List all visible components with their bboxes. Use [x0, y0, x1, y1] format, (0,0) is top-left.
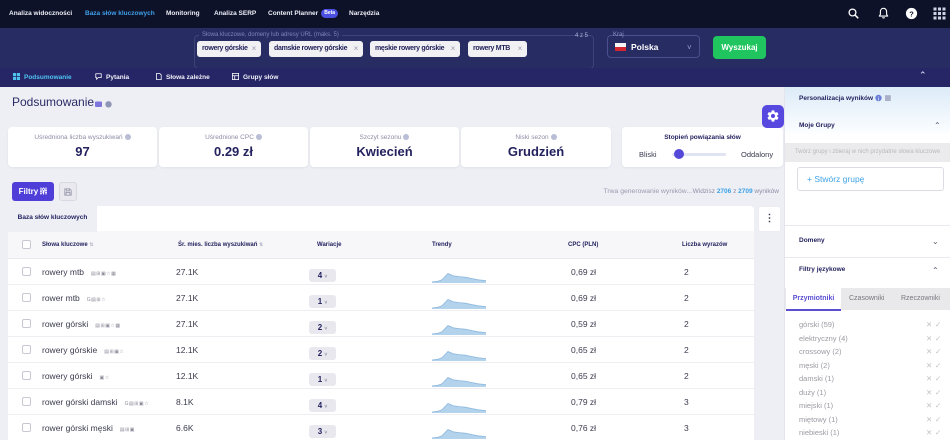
svg-text:?: ?	[909, 9, 914, 18]
svg-text:i: i	[878, 96, 879, 102]
